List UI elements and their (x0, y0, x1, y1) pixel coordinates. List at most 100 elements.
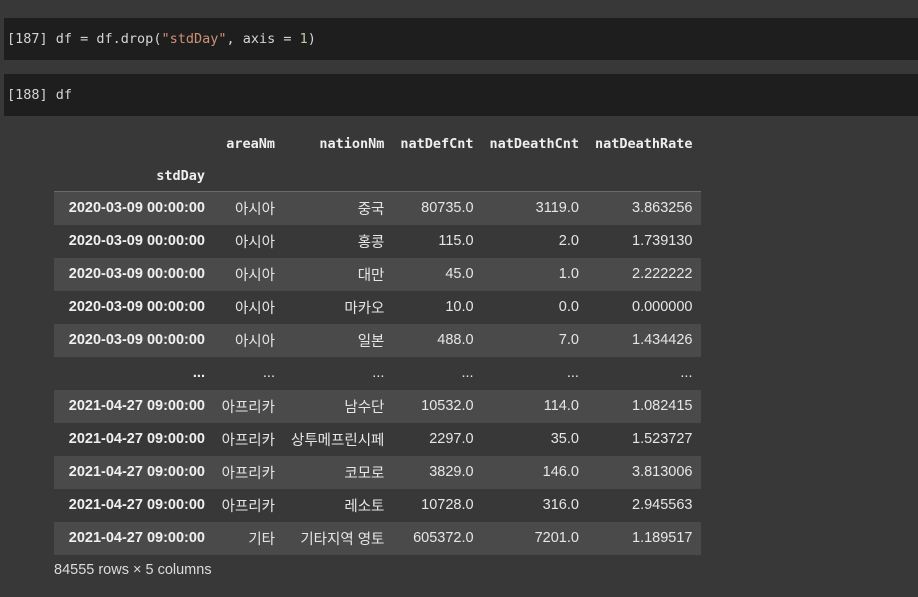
table-cell: 10728.0 (421, 497, 474, 513)
table-cell: 7.0 (558, 332, 579, 348)
table-cell: 2.222222 (632, 266, 693, 282)
column-header: natDeathCnt (489, 135, 579, 152)
column-header: natDeathRate (594, 135, 693, 152)
table-cell: 3119.0 (535, 200, 579, 217)
table-cell: 0.0 (558, 299, 579, 315)
header-corner (54, 127, 213, 160)
table-cell: 아프리카 (221, 399, 275, 416)
code-number-literal: 1 (299, 31, 308, 47)
table-body: 2020-03-09 00:00:00 아시아 중국 80735.0 3119.0 3.8… (54, 191, 701, 555)
table-cell: 아시아 (234, 234, 275, 251)
blank-header (586, 160, 701, 192)
table-cell: 일본 (357, 333, 385, 350)
table-cell: 0.000000 (632, 299, 693, 315)
code-segment: , axis = (226, 31, 300, 47)
table-row: 2021-04-27 09:00:00 아프리카 코모로 3829.0 146.0 3.8… (54, 455, 701, 489)
table-cell: 80735.0 (421, 200, 474, 217)
code-cell-187[interactable]: [187] df = df.drop("stdDay", axis = 1) (4, 18, 918, 60)
table-cell: 남수단 (344, 399, 385, 416)
index-header-row: stdDay (54, 160, 701, 192)
code-segment: ) (307, 31, 316, 47)
code-text: df (55, 87, 73, 103)
row-index: 2020-03-09 00:00:00 (68, 299, 205, 315)
cell-prompt: [187] (7, 31, 48, 47)
table-cell: 115.0 (438, 233, 474, 249)
table-cell: 아프리카 (221, 432, 275, 449)
table-cell: 3.813006 (632, 464, 693, 480)
row-index: 2021-04-27 09:00:00 (68, 398, 205, 414)
table-cell: 2297.0 (429, 431, 474, 447)
table-row: 2020-03-09 00:00:00 아시아 마카오 10.0 0.0 0.000000 (54, 290, 701, 324)
table-cell: 45.0 (445, 266, 474, 282)
table-cell: 아프리카 (221, 465, 275, 482)
row-index: 2021-04-27 09:00:00 (68, 497, 205, 513)
table-cell: 605372.0 (413, 530, 474, 546)
row-index: 2020-03-09 00:00:00 (68, 332, 205, 348)
table-row: 2021-04-27 09:00:00 아프리카 남수단 10532.0 114.0 1.… (54, 389, 701, 423)
table-row: 2021-04-27 09:00:00 기타 기타지역 영토 605372.0 7201… (54, 521, 701, 555)
table-cell: 1.434426 (632, 332, 693, 348)
table-cell: ... (262, 365, 275, 381)
table-cell: 7201.0 (534, 530, 579, 546)
blank-header (213, 160, 283, 192)
code-text: df = df.drop("stdDay", axis = 1) (56, 31, 316, 47)
cell-prompt: [188] (7, 87, 48, 103)
column-header: natDefCnt (400, 135, 474, 152)
dataframe-table: areaNm nationNm natDefCnt natDeathCnt na… (54, 127, 701, 555)
table-cell: 1.189517 (632, 530, 693, 546)
table-row: 2020-03-09 00:00:00 아시아 일본 488.0 7.0 1.434426 (54, 323, 701, 357)
table-cell: 마카오 (344, 300, 385, 317)
row-index: 2021-04-27 09:00:00 (68, 431, 205, 447)
blank-header (481, 160, 587, 192)
dataframe-shape: 84555 rows × 5 columns (54, 561, 212, 578)
table-cell: 코모로 (344, 465, 385, 482)
table-cell: 1.0 (558, 266, 579, 282)
blank-header (392, 160, 482, 192)
notebook: [187] df = df.drop("stdDay", axis = 1) [… (0, 0, 918, 597)
table-cell: 상투메프린시페 (291, 432, 385, 449)
row-index: ... (192, 365, 205, 381)
row-index: 2020-03-09 00:00:00 (68, 200, 205, 217)
table-cell: 1.739130 (632, 233, 693, 249)
blank-header (283, 160, 393, 192)
table-cell: 35.0 (550, 431, 579, 447)
table-cell: ... (461, 365, 474, 381)
table-row: 2021-04-27 09:00:00 아프리카 레소토 10728.0 316.0 2.… (54, 488, 701, 522)
table-cell: 대만 (357, 267, 385, 284)
cell-output: areaNm nationNm natDefCnt natDeathCnt na… (54, 127, 701, 578)
row-index: 2021-04-27 09:00:00 (68, 464, 205, 480)
row-index: 2021-04-27 09:00:00 (68, 530, 205, 546)
code-string-literal: "stdDay" (161, 31, 227, 47)
table-cell: 아시아 (234, 201, 275, 218)
row-index: 2020-03-09 00:00:00 (68, 233, 205, 249)
table-cell: 레소토 (344, 498, 385, 515)
table-cell: 146.0 (542, 464, 579, 480)
table-cell: 기타지역 영토 (300, 531, 385, 548)
table-cell: 아프리카 (221, 498, 275, 515)
table-cell: 중국 (357, 201, 385, 218)
table-row: .................. (54, 356, 701, 390)
table-cell: 아시아 (234, 300, 275, 317)
column-header: nationNm (319, 135, 385, 152)
table-cell: ... (680, 365, 693, 381)
table-row: 2020-03-09 00:00:00 아시아 대만 45.0 1.0 2.222222 (54, 257, 701, 291)
table-cell: 기타 (248, 531, 275, 548)
table-cell: 아시아 (234, 333, 275, 350)
table-cell: ... (566, 365, 579, 381)
table-cell: 3829.0 (429, 464, 474, 480)
row-index: 2020-03-09 00:00:00 (68, 266, 205, 282)
code-segment: df = df.drop( (55, 31, 162, 47)
table-cell: 아시아 (234, 267, 275, 284)
table-cell: 316.0 (542, 497, 579, 513)
index-name: stdDay (54, 160, 213, 192)
table-cell: ... (372, 365, 385, 381)
table-cell: 1.523727 (632, 431, 693, 447)
table-cell: 114.0 (543, 398, 579, 414)
column-header-row: areaNm nationNm natDefCnt natDeathCnt na… (54, 127, 701, 160)
table-cell: 488.0 (437, 332, 474, 348)
table-cell: 홍콩 (357, 234, 385, 251)
table-cell: 10.0 (445, 299, 474, 315)
code-cell-188[interactable]: [188] df (4, 74, 918, 116)
table-cell: 1.082415 (632, 398, 693, 414)
table-cell: 2.0 (558, 233, 579, 249)
